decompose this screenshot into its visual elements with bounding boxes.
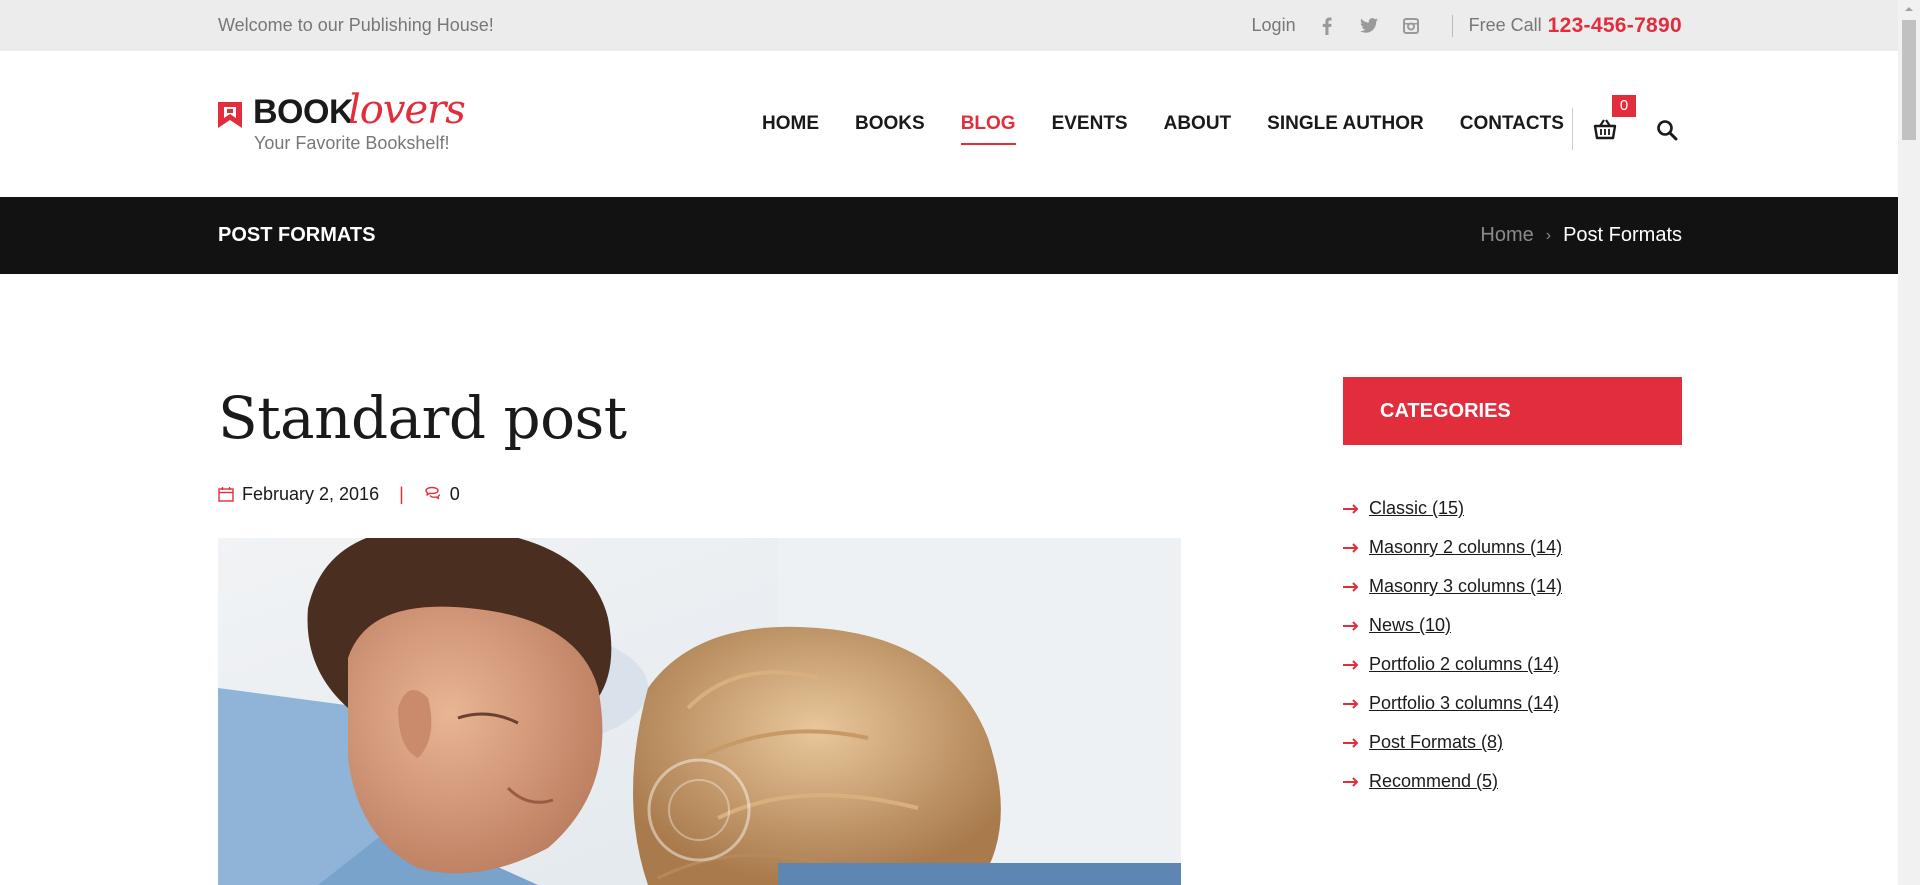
arrow-right-icon	[1343, 737, 1359, 748]
phone-number[interactable]: 123-456-7890	[1548, 14, 1682, 38]
nav-books[interactable]: BOOKS	[855, 109, 925, 139]
arrow-right-icon	[1343, 659, 1359, 670]
free-call-label: Free Call	[1468, 15, 1542, 35]
calendar-icon	[218, 487, 234, 502]
site-header: BOOK lovers Your Favorite Bookshelf! HOM…	[0, 51, 1898, 197]
category-link[interactable]: News (10)	[1369, 615, 1451, 636]
breadcrumb-home[interactable]: Home	[1480, 224, 1533, 247]
list-item: Post Formats (8)	[1343, 723, 1682, 762]
nav-contacts[interactable]: CONTACTS	[1460, 109, 1564, 139]
category-link[interactable]: Classic (15)	[1369, 498, 1464, 519]
page-scrollbar[interactable]	[1898, 0, 1920, 885]
breadcrumb: Home › Post Formats	[1480, 224, 1682, 247]
twitter-icon[interactable]	[1359, 17, 1378, 35]
category-link[interactable]: Masonry 3 columns (14)	[1369, 576, 1562, 597]
category-link[interactable]: Recommend (5)	[1369, 771, 1498, 792]
nav-single-author[interactable]: SINGLE AUTHOR	[1267, 109, 1424, 139]
page-title: POST FORMATS	[218, 224, 376, 246]
list-item: Classic (15)	[1343, 489, 1682, 528]
list-item: News (10)	[1343, 606, 1682, 645]
nav-events[interactable]: EVENTS	[1052, 109, 1128, 139]
page-title-bar: POST FORMATS Home › Post Formats	[0, 197, 1898, 274]
nav-blog[interactable]: BLOG	[960, 109, 1016, 145]
site-logo[interactable]: BOOK lovers Your Favorite Bookshelf!	[218, 87, 478, 159]
instagram-icon[interactable]	[1402, 17, 1420, 35]
login-link[interactable]: Login	[1252, 15, 1296, 36]
main-nav: HOME BOOKS BLOG EVENTS ABOUT SINGLE AUTH…	[762, 51, 1564, 197]
post-date[interactable]: February 2, 2016	[242, 484, 379, 505]
nav-home[interactable]: HOME	[762, 109, 819, 139]
post-title[interactable]: Standard post	[218, 384, 627, 452]
header-divider	[1572, 108, 1573, 150]
post-meta: February 2, 2016 | 0	[218, 482, 460, 506]
breadcrumb-current: Post Formats	[1563, 224, 1682, 246]
social-links	[1318, 17, 1420, 35]
arrow-right-icon	[1343, 581, 1359, 592]
cart-icon[interactable]	[1592, 117, 1618, 143]
nav-about[interactable]: ABOUT	[1164, 109, 1232, 139]
arrow-right-icon	[1343, 698, 1359, 709]
welcome-text: Welcome to our Publishing House!	[218, 15, 494, 35]
bookmark-icon	[218, 102, 242, 128]
top-bar-divider	[1451, 14, 1453, 37]
list-item: Masonry 2 columns (14)	[1343, 528, 1682, 567]
category-link[interactable]: Portfolio 3 columns (14)	[1369, 693, 1559, 714]
categories-list: Classic (15) Masonry 2 columns (14) Maso…	[1343, 489, 1682, 801]
arrow-right-icon	[1343, 503, 1359, 514]
meta-divider: |	[399, 483, 404, 504]
logo-book-text: BOOK	[253, 93, 354, 131]
facebook-icon[interactable]	[1318, 17, 1336, 35]
category-link[interactable]: Portfolio 2 columns (14)	[1369, 654, 1559, 675]
post-comment-count[interactable]: 0	[450, 484, 460, 505]
list-item: Recommend (5)	[1343, 762, 1682, 801]
top-bar-right: Login Free Call 123-456-7890	[1252, 0, 1682, 51]
category-link[interactable]: Post Formats (8)	[1369, 732, 1503, 753]
category-link[interactable]: Masonry 2 columns (14)	[1369, 537, 1562, 558]
list-item: Portfolio 2 columns (14)	[1343, 645, 1682, 684]
scroll-up-arrow-icon[interactable]	[1898, 0, 1920, 18]
logo-lovers-text: lovers	[348, 87, 466, 133]
cart-count-badge: 0	[1612, 95, 1636, 117]
comments-icon	[425, 486, 440, 500]
arrow-right-icon	[1343, 542, 1359, 553]
list-item: Masonry 3 columns (14)	[1343, 567, 1682, 606]
arrow-right-icon	[1343, 620, 1359, 631]
logo-tagline: Your Favorite Bookshelf!	[254, 133, 450, 153]
top-bar: Welcome to our Publishing House! Login F…	[0, 0, 1898, 51]
categories-heading: CATEGORIES	[1343, 377, 1682, 445]
post-featured-image[interactable]	[218, 538, 1181, 885]
list-item: Portfolio 3 columns (14)	[1343, 684, 1682, 723]
arrow-right-icon	[1343, 776, 1359, 787]
search-icon[interactable]	[1656, 119, 1678, 141]
scrollbar-thumb[interactable]	[1902, 20, 1916, 140]
chevron-right-icon: ›	[1545, 226, 1552, 244]
